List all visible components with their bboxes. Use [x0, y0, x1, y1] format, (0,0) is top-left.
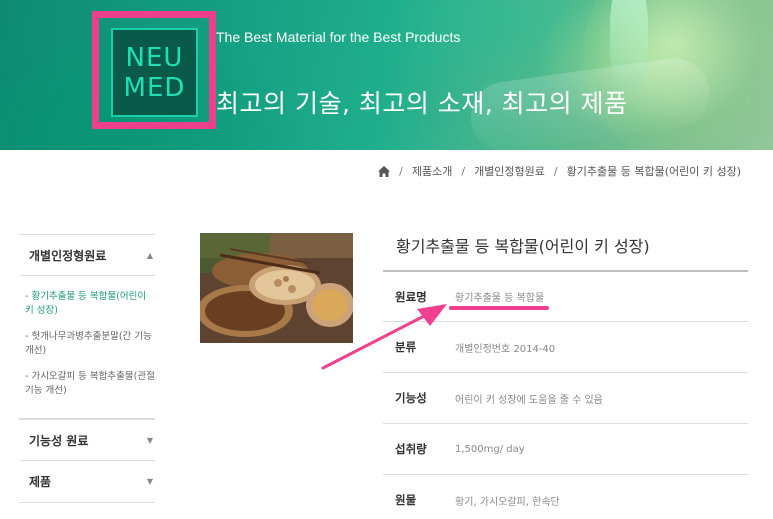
spec-value: 1,500mg/ day	[455, 443, 525, 455]
breadcrumb-item[interactable]: 개별인정형원료	[474, 163, 545, 179]
hero-banner: NEU MED The Best Material for the Best P…	[0, 0, 773, 150]
spec-label: 원료명	[395, 289, 427, 304]
spec-label: 기능성	[395, 391, 427, 405]
spec-row: 원물 황기, 가시오갈피, 한속단	[383, 474, 748, 519]
spec-value: 어린이 키 성장에 도움을 줄 수 있음	[455, 394, 603, 406]
spec-row: 섭취량 1,500mg/ day	[383, 423, 748, 474]
logo-text-line2: MED	[123, 72, 186, 103]
breadcrumb-current: 황기추출물 등 복합물(어린이 키 성장)	[566, 165, 741, 178]
breadcrumb: / 제품소개 / 개별인정형원료 / 황기추출물 등 복합물(어린이 키 성장)	[378, 163, 741, 179]
sidebar-section-individual-materials[interactable]: 개별인정형원료 ▲	[19, 234, 155, 276]
sidebar-section-functional-materials[interactable]: 기능성 원료 ▼	[19, 419, 155, 461]
spec-row: 기능성 어린이 키 성장에 도움을 줄 수 있음	[383, 372, 748, 423]
spec-value: 황기추출물 등 복합물	[455, 293, 545, 304]
spec-label: 원물	[395, 493, 417, 507]
spec-row: 원료명 황기추출물 등 복합물	[383, 270, 748, 321]
sidebar-submenu: - 황기추출물 등 복합물(어린이 키 성장) - 헛개나무과병추출분말(간 기…	[19, 276, 155, 419]
sidebar-subitem-acanthopanax[interactable]: - 가시오갈피 등 복합추출물(관절 기능 개선)	[25, 370, 155, 398]
spec-value: 개별인정번호 2014-40	[455, 343, 556, 355]
caret-down-icon: ▼	[146, 435, 153, 445]
sidebar-section-products[interactable]: 제품 ▼	[19, 461, 155, 503]
spec-row: 분류 개별인정번호 2014-40	[383, 321, 748, 372]
breadcrumb-item[interactable]: 제품소개	[412, 163, 452, 179]
banner-tagline: The Best Material for the Best Products	[216, 29, 461, 45]
sidebar-subitem-hovenia[interactable]: - 헛개나무과병추출분말(간 기능 개선)	[25, 330, 155, 358]
breadcrumb-separator: /	[399, 164, 403, 178]
caret-up-icon: ▲	[146, 250, 153, 260]
neumed-logo[interactable]: NEU MED	[111, 28, 198, 117]
spec-label: 분류	[395, 340, 417, 354]
product-title: 황기추출물 등 복합물(어린이 키 성장)	[396, 237, 650, 256]
sidebar-section-label: 개별인정형원료	[29, 248, 107, 263]
product-image	[200, 233, 353, 343]
annotation-underline	[449, 306, 549, 310]
sidebar-section-label: 제품	[29, 475, 52, 489]
caret-down-icon: ▼	[146, 477, 153, 486]
sidebar-section-label: 기능성 원료	[29, 433, 89, 448]
product-spec-table: 원료명 황기추출물 등 복합물 분류 개별인정번호 2014-40 기능성 어린…	[383, 270, 748, 519]
sidebar-subitem-astragalus[interactable]: - 황기추출물 등 복합물(어린이 키 성장)	[25, 290, 155, 318]
home-icon[interactable]	[378, 165, 391, 177]
spec-value: 황기, 가시오갈피, 한속단	[455, 496, 560, 508]
banner-title: 최고의 기술, 최고의 소재, 최고의 제품	[216, 89, 628, 118]
spec-label: 섭취량	[395, 442, 427, 456]
breadcrumb-separator: /	[553, 164, 558, 178]
logo-text-line1: NEU	[125, 42, 184, 73]
breadcrumb-separator: /	[461, 164, 466, 178]
sidebar-nav: 개별인정형원료 ▲ - 황기추출물 등 복합물(어린이 키 성장) - 헛개나무…	[19, 234, 155, 503]
